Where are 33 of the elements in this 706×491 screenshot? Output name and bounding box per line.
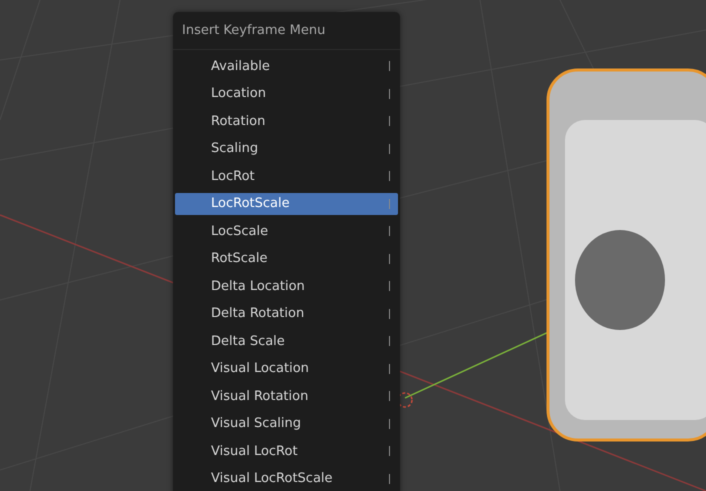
tick-mark	[389, 308, 390, 318]
tick-mark	[389, 418, 390, 428]
tick-mark	[389, 391, 390, 401]
menu-item[interactable]: Delta Location	[175, 275, 398, 297]
tick-mark	[389, 226, 390, 236]
menu-item[interactable]: LocRotScale	[175, 192, 398, 214]
menu-item[interactable]: Visual Location	[175, 358, 398, 380]
menu-item[interactable]: Available	[175, 55, 398, 77]
menu-item[interactable]: Location	[175, 82, 398, 104]
tick-mark	[389, 144, 390, 154]
menu-title: Insert Keyframe Menu	[173, 12, 400, 50]
tick-mark	[389, 198, 390, 208]
menu-item[interactable]: Visual LocRot	[175, 440, 398, 462]
tick-mark	[389, 364, 390, 374]
menu-item[interactable]: LocRot	[175, 165, 398, 187]
tick-mark	[389, 446, 390, 456]
menu-item[interactable]: RotScale	[175, 248, 398, 270]
menu-item[interactable]: Visual Scaling	[175, 412, 398, 434]
tick-mark	[389, 254, 390, 264]
menu-item[interactable]: LocScale	[175, 220, 398, 242]
tick-mark	[389, 88, 390, 98]
tick-mark	[389, 474, 390, 484]
menu-item[interactable]: Scaling	[175, 138, 398, 160]
menu-item[interactable]: Delta Rotation	[175, 302, 398, 324]
tick-mark	[389, 116, 390, 126]
tick-mark	[389, 336, 390, 346]
menu-item[interactable]: Visual LocRotScale	[175, 468, 398, 490]
tick-mark	[389, 171, 390, 181]
tick-mark	[389, 61, 390, 71]
menu-item[interactable]: Rotation	[175, 110, 398, 132]
menu-item[interactable]: Delta Scale	[175, 330, 398, 352]
tick-mark	[389, 281, 390, 291]
menu-item[interactable]: Visual Rotation	[175, 385, 398, 407]
